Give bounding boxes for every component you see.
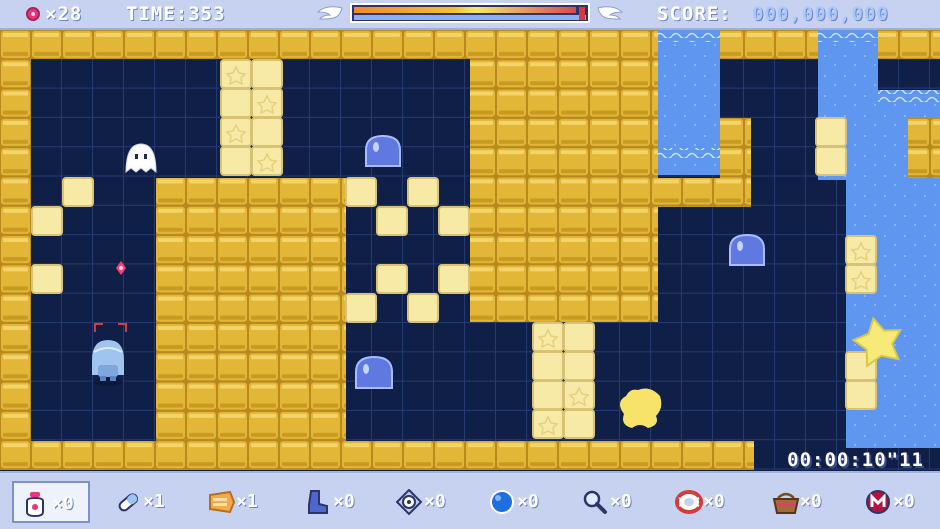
- item-slot-pot[interactable]: ×0: [12, 481, 90, 523]
- item-slot-blue-orb[interactable]: ×0: [479, 481, 557, 523]
- score-value: 000,000,000: [752, 3, 889, 25]
- item-count: ×1: [236, 491, 258, 512]
- game-screen: ×28 TIME:353 SCORE: 000,000,000 00:00:10…: [0, 0, 940, 529]
- score-label: SCORE:: [657, 3, 732, 25]
- item-bar: ×0 ×1 ×1 ×0 ×0 ×0 ×0 ×0 ×0 ×0: [0, 471, 940, 529]
- item-count: ×1: [143, 491, 165, 512]
- wing-left-icon: [316, 6, 343, 20]
- progress-fill: [354, 7, 576, 13]
- gem-count: ×28: [45, 3, 83, 25]
- item-count: ×0: [610, 491, 632, 512]
- playfield: [0, 30, 940, 470]
- slime-enemy: [355, 355, 393, 389]
- item-count: ×0: [703, 491, 725, 512]
- item-slot-lifebuoy[interactable]: ×0: [665, 481, 743, 523]
- item-count: ×0: [424, 491, 446, 512]
- item-count: ×0: [333, 491, 355, 512]
- megaphone-icon: [209, 490, 236, 514]
- wing-right-icon: [597, 6, 624, 20]
- item-slot-basket[interactable]: ×0: [762, 481, 840, 523]
- hud-bar: ×28 TIME:353 SCORE: 000,000,000: [0, 0, 940, 30]
- progress-track: [354, 15, 586, 20]
- elapsed-timer: 00:00:10"11: [787, 449, 924, 471]
- item-count: ×0: [52, 493, 74, 514]
- level-progress-bar: [350, 3, 590, 23]
- m-badge-icon: [866, 490, 890, 514]
- item-slot-megaphone[interactable]: ×1: [198, 481, 276, 523]
- magnifier-icon: [583, 490, 607, 514]
- basket-icon: [772, 492, 800, 514]
- boot-icon: [308, 490, 328, 514]
- item-count: ×0: [800, 491, 822, 512]
- item-slot-capsule[interactable]: ×1: [105, 481, 183, 523]
- slime-enemy: [365, 134, 401, 167]
- item-slot-magnifier[interactable]: ×0: [572, 481, 650, 523]
- item-count: ×0: [517, 491, 539, 512]
- item-count: ×0: [893, 491, 915, 512]
- item-slot-m-badge[interactable]: ×0: [855, 481, 933, 523]
- lifebuoy-icon: [675, 490, 703, 514]
- target-icon: [396, 489, 422, 515]
- item-slot-boot[interactable]: ×0: [295, 481, 373, 523]
- gem-icon: [26, 7, 40, 21]
- capsule-icon: [118, 493, 139, 512]
- slime-enemy: [729, 233, 765, 266]
- blue-orb-icon: [490, 490, 514, 514]
- item-slot-target[interactable]: ×0: [386, 481, 464, 523]
- pot-icon: [26, 492, 44, 517]
- progress-marker: [579, 7, 585, 20]
- time-remaining: TIME:353: [126, 3, 226, 25]
